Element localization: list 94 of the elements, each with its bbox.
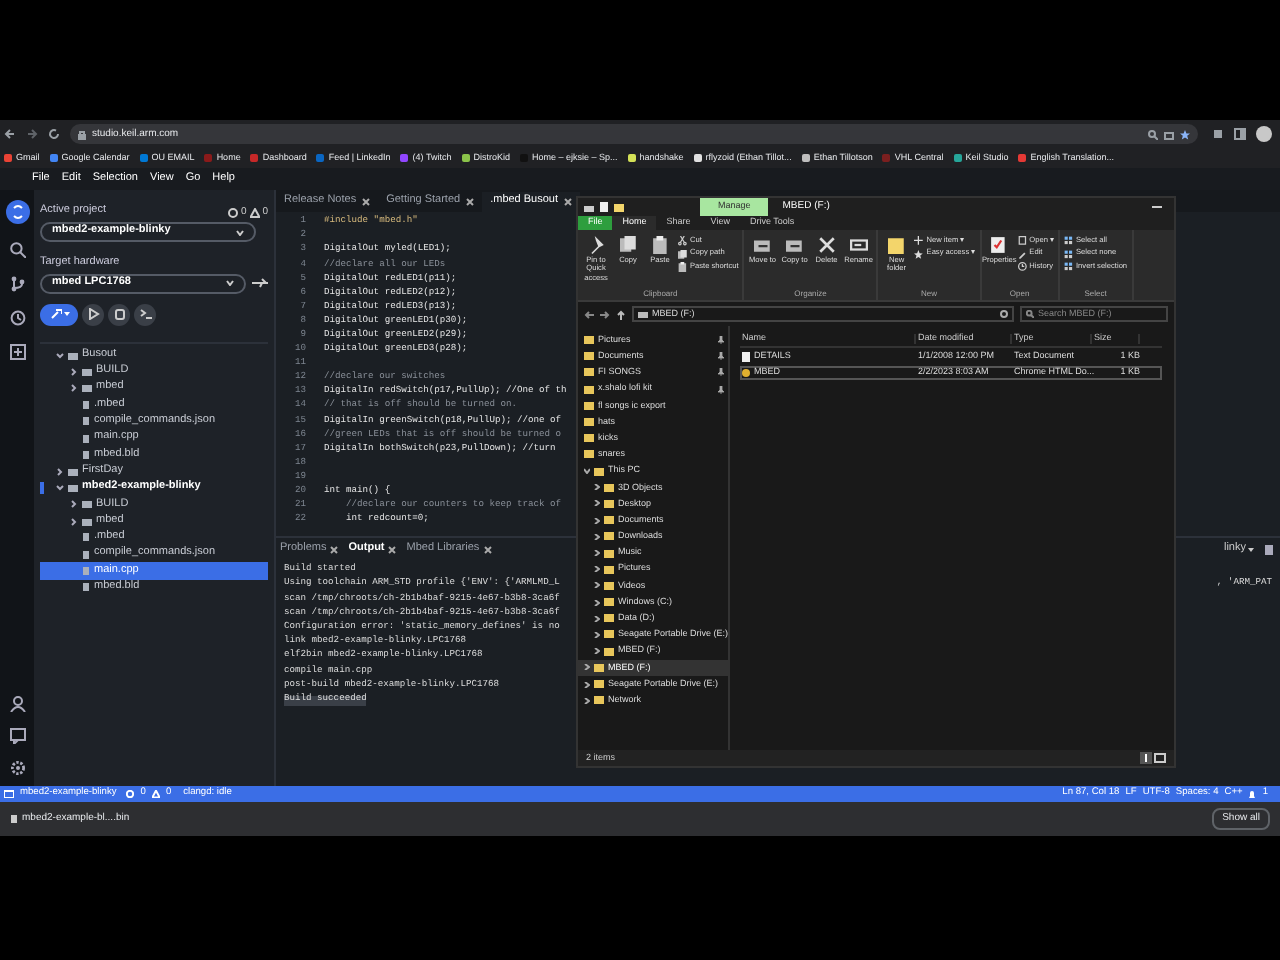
add-box-icon[interactable] xyxy=(9,344,25,360)
drive-icon xyxy=(638,310,648,318)
active-indicator xyxy=(40,481,44,494)
favicon-icon xyxy=(953,154,962,162)
chevron-right-icon xyxy=(594,582,600,589)
grid-icon xyxy=(1064,262,1074,272)
chevron-right-icon xyxy=(594,517,600,524)
favicon-icon xyxy=(693,154,702,162)
logo-icon[interactable] xyxy=(5,200,29,224)
clock-icon xyxy=(1017,262,1028,272)
favicon-icon xyxy=(461,154,470,162)
chevron-right-icon xyxy=(594,533,600,540)
chevron-right-icon xyxy=(594,566,600,573)
file-icon xyxy=(10,814,18,824)
chevron-right-icon xyxy=(594,599,600,606)
grid-icon xyxy=(1064,236,1074,246)
close-icon[interactable] xyxy=(330,546,339,554)
page-icon xyxy=(1017,236,1028,246)
play-icon xyxy=(87,308,99,320)
error-icon xyxy=(228,207,239,217)
usb-icon[interactable] xyxy=(252,278,268,288)
pages-icon xyxy=(678,249,688,259)
search-icon[interactable] xyxy=(9,242,25,258)
drive-icon xyxy=(584,203,594,211)
checked-page-icon xyxy=(990,236,1009,254)
history-icon[interactable] xyxy=(9,310,25,326)
chevron-right-icon xyxy=(594,631,600,638)
back-icon[interactable] xyxy=(584,309,594,319)
forward-icon[interactable] xyxy=(26,128,38,140)
favicon-icon xyxy=(204,154,213,162)
warning-icon xyxy=(151,790,160,798)
minimize-icon[interactable] xyxy=(1152,204,1162,210)
document-icon xyxy=(742,352,750,362)
reload-icon[interactable] xyxy=(48,128,60,140)
account-icon[interactable] xyxy=(9,696,25,712)
favicon-icon xyxy=(400,154,409,162)
document-icon xyxy=(600,202,608,212)
textbox-icon xyxy=(849,236,868,254)
chevron-down-icon xyxy=(226,280,234,286)
chevron-right-icon xyxy=(594,648,600,655)
close-icon[interactable] xyxy=(362,198,371,206)
favicon-icon xyxy=(882,154,891,162)
details-view-icon[interactable] xyxy=(1140,752,1152,764)
star-icon xyxy=(914,249,925,259)
pin-icon xyxy=(587,236,605,254)
build-button[interactable] xyxy=(40,303,78,325)
favicon-icon xyxy=(801,154,810,162)
favicon-icon xyxy=(1018,154,1027,162)
close-icon[interactable] xyxy=(483,546,492,554)
chevron-right-icon xyxy=(594,484,600,491)
terminal-button[interactable] xyxy=(134,303,156,325)
pencil-icon xyxy=(1017,249,1028,259)
favicon-icon xyxy=(139,154,148,162)
bell-icon[interactable] xyxy=(1248,789,1257,799)
sidebar-icon[interactable] xyxy=(1234,128,1246,140)
favicon-icon xyxy=(4,154,12,162)
grid-icon xyxy=(1064,249,1074,259)
back-icon[interactable] xyxy=(4,128,16,140)
folder-icon xyxy=(614,203,624,211)
warning-icon xyxy=(250,207,261,217)
close-icon[interactable] xyxy=(466,198,475,206)
folder-icon xyxy=(4,790,14,798)
favicon-icon xyxy=(49,154,58,162)
close-icon[interactable] xyxy=(564,198,573,206)
star-icon[interactable] xyxy=(1180,129,1190,139)
chevron-right-icon xyxy=(594,615,600,622)
settings-icon[interactable] xyxy=(9,760,25,776)
play-button[interactable] xyxy=(82,303,104,325)
chevron-right-icon xyxy=(594,550,600,557)
terminal-icon xyxy=(139,308,151,320)
up-icon[interactable] xyxy=(616,309,626,319)
chevron-right-icon xyxy=(594,500,600,507)
zoom-icon[interactable] xyxy=(1148,129,1158,139)
clipboard-icon xyxy=(678,262,688,272)
error-icon xyxy=(126,790,135,798)
scissors-icon xyxy=(678,236,688,246)
avatar-icon[interactable] xyxy=(1256,126,1272,142)
favicon-icon xyxy=(316,154,325,162)
clipboard-icon xyxy=(651,236,669,254)
x-icon xyxy=(817,236,836,254)
favicon-icon xyxy=(627,154,636,162)
branch-icon[interactable] xyxy=(9,276,25,292)
chevron-down-icon xyxy=(236,229,244,235)
pages-icon xyxy=(619,236,637,254)
caret-icon xyxy=(63,312,69,316)
feedback-icon[interactable] xyxy=(9,728,25,744)
search-icon xyxy=(1026,310,1034,318)
folder-icon xyxy=(887,236,906,254)
bug-button[interactable] xyxy=(108,303,130,325)
forward-icon[interactable] xyxy=(600,309,610,319)
tiles-view-icon[interactable] xyxy=(1154,752,1166,764)
caret-icon xyxy=(1248,548,1254,552)
favicon-icon xyxy=(250,154,259,162)
close-icon[interactable] xyxy=(388,546,397,554)
